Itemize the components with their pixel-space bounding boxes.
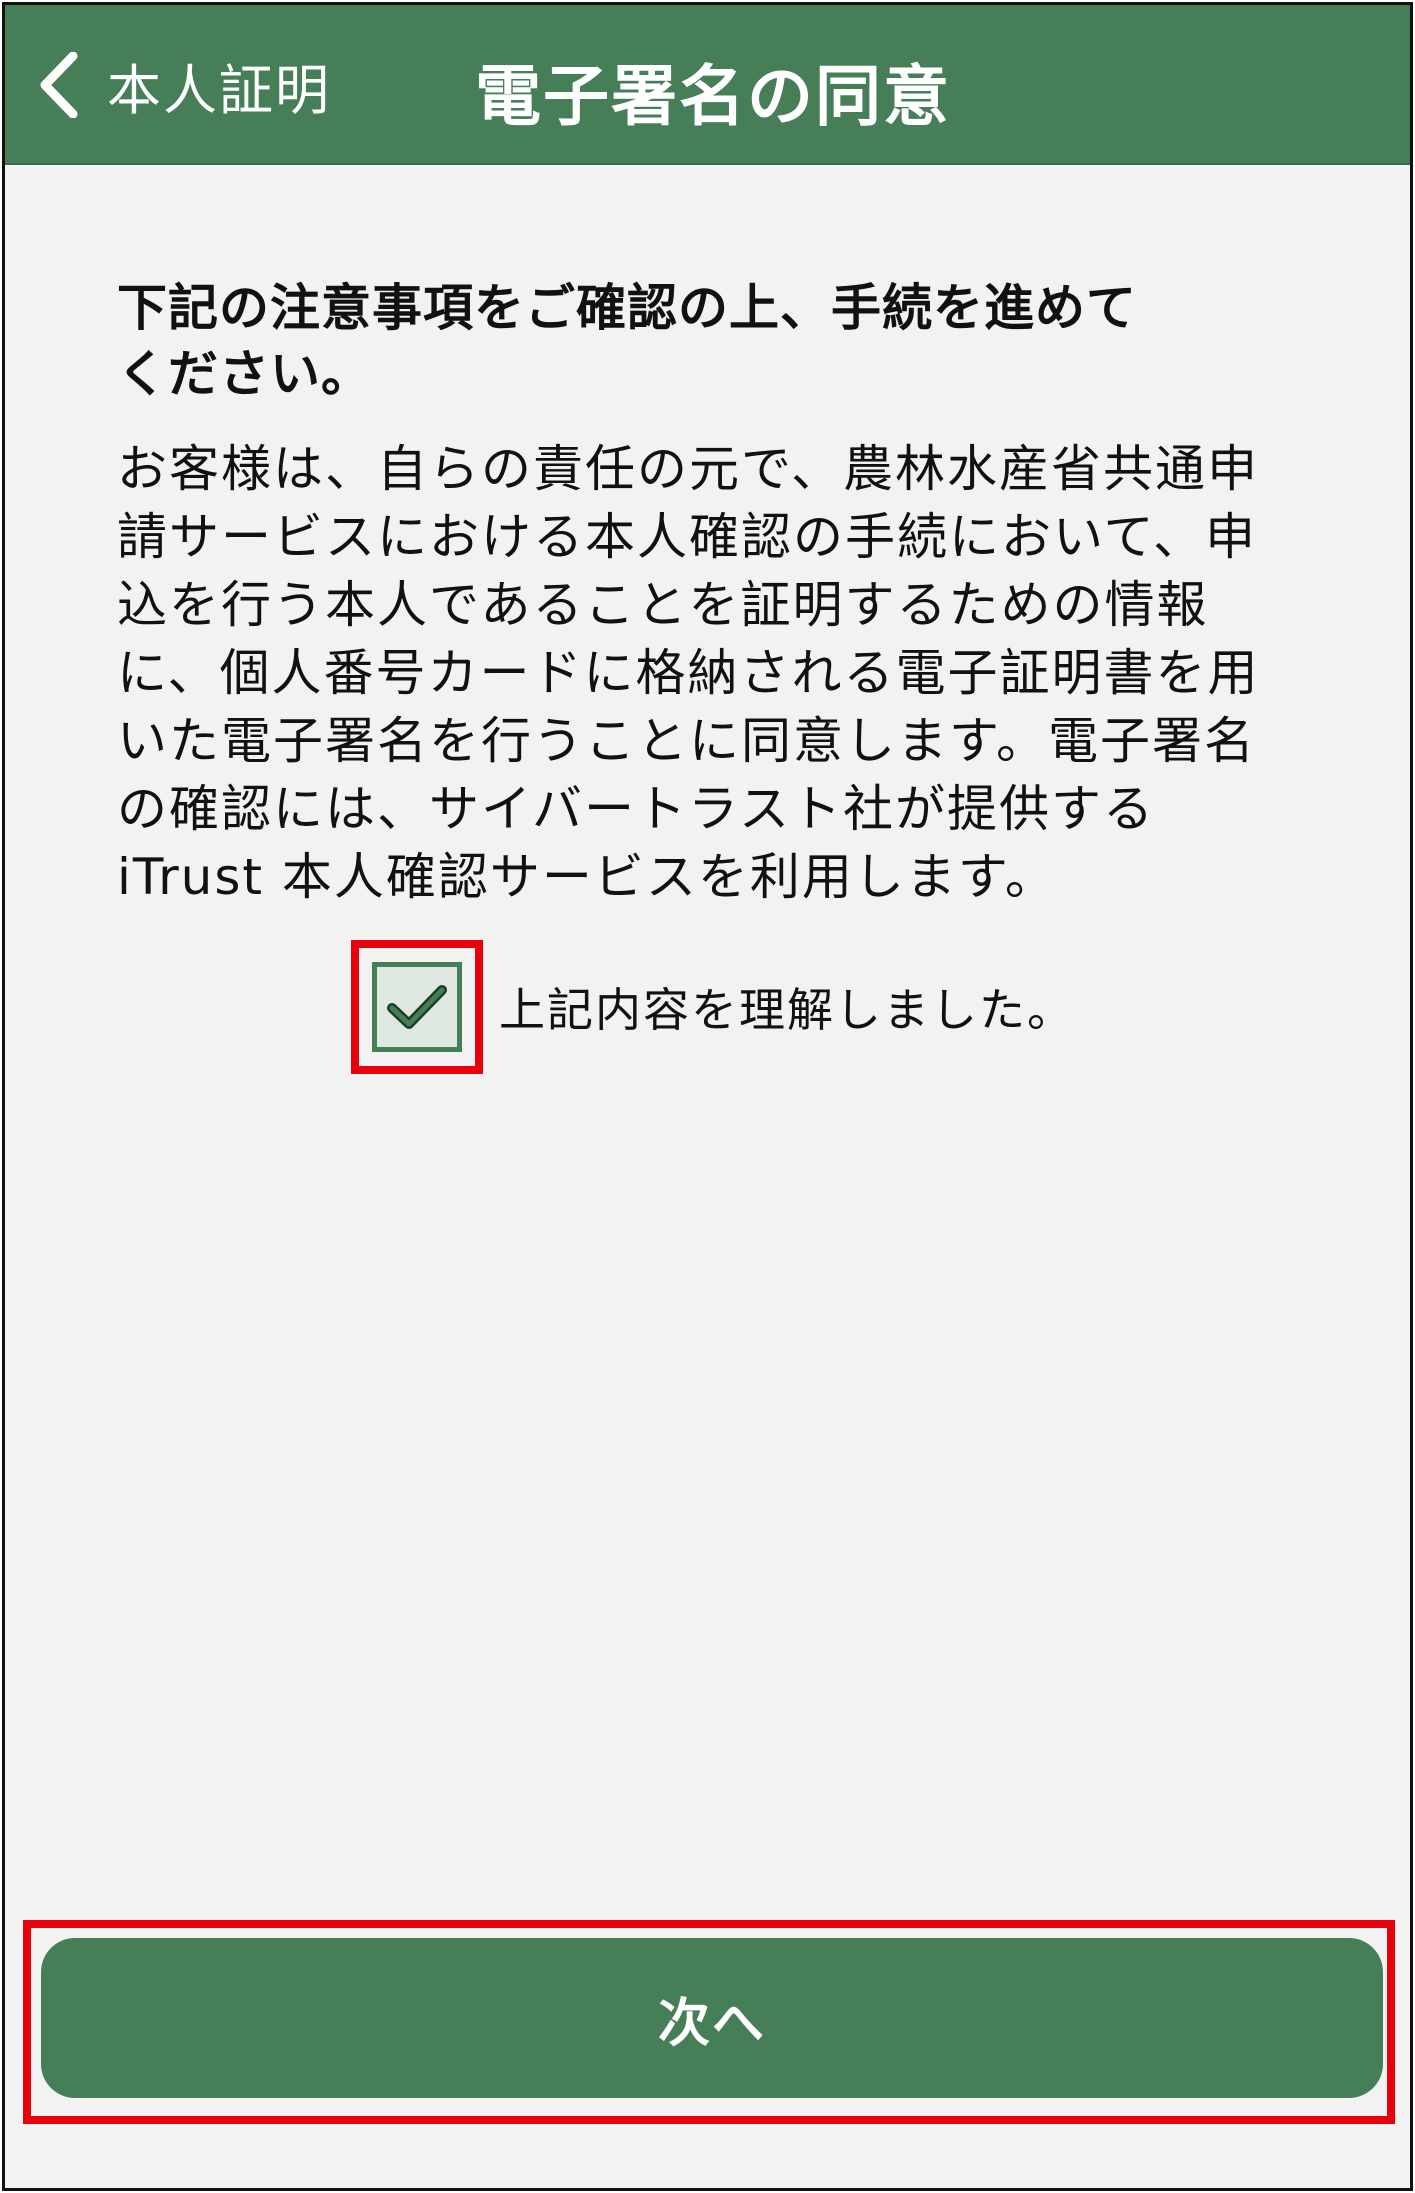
checkmark-icon [387, 985, 447, 1029]
back-button[interactable]: 本人証明 [35, 49, 331, 122]
app-frame: 本人証明 電子署名の同意 下記の注意事項をご確認の上、手続を進めて ください。 … [2, 2, 1413, 2191]
notice-body-line: 請サービスにおける本人確認の手続において、申 [117, 508, 1257, 566]
notice-body-line: iTrust 本人確認サービスを利用します。 [117, 848, 1057, 906]
checkbox-highlight [351, 940, 483, 1074]
notice-body-line: の確認には、サイバートラスト社が提供する [117, 780, 1155, 838]
agreement-checkbox[interactable] [372, 962, 462, 1052]
notice-body-line: お客様は、自らの責任の元で、農林水産省共通申 [117, 440, 1259, 498]
header-bar: 本人証明 電子署名の同意 [5, 5, 1410, 165]
agreement-row[interactable]: 上記内容を理解しました。 [351, 940, 1075, 1074]
notice-body-line: に、個人番号カードに格納される電子証明書を用 [117, 644, 1260, 702]
notice-heading: 下記の注意事項をご確認の上、手続を進めて ください。 [117, 275, 1317, 407]
back-button-label: 本人証明 [107, 58, 331, 122]
chevron-left-icon [35, 49, 83, 121]
notice-heading-line: ください。 [117, 345, 372, 403]
agreement-label: 上記内容を理解しました。 [499, 983, 1075, 1037]
notice-heading-line: 下記の注意事項をご確認の上、手続を進めて [117, 279, 1137, 337]
notice-body: お客様は、自らの責任の元で、農林水産省共通申 請サービスにおける本人確認の手続に… [117, 435, 1317, 911]
notice-body-line: いた電子署名を行うことに同意します。電子署名 [117, 712, 1256, 770]
notice-body-line: 込を行う本人であることを証明するための情報 [117, 576, 1209, 634]
next-button[interactable]: 次へ [41, 1938, 1383, 2098]
page-title: 電子署名の同意 [475, 58, 951, 135]
